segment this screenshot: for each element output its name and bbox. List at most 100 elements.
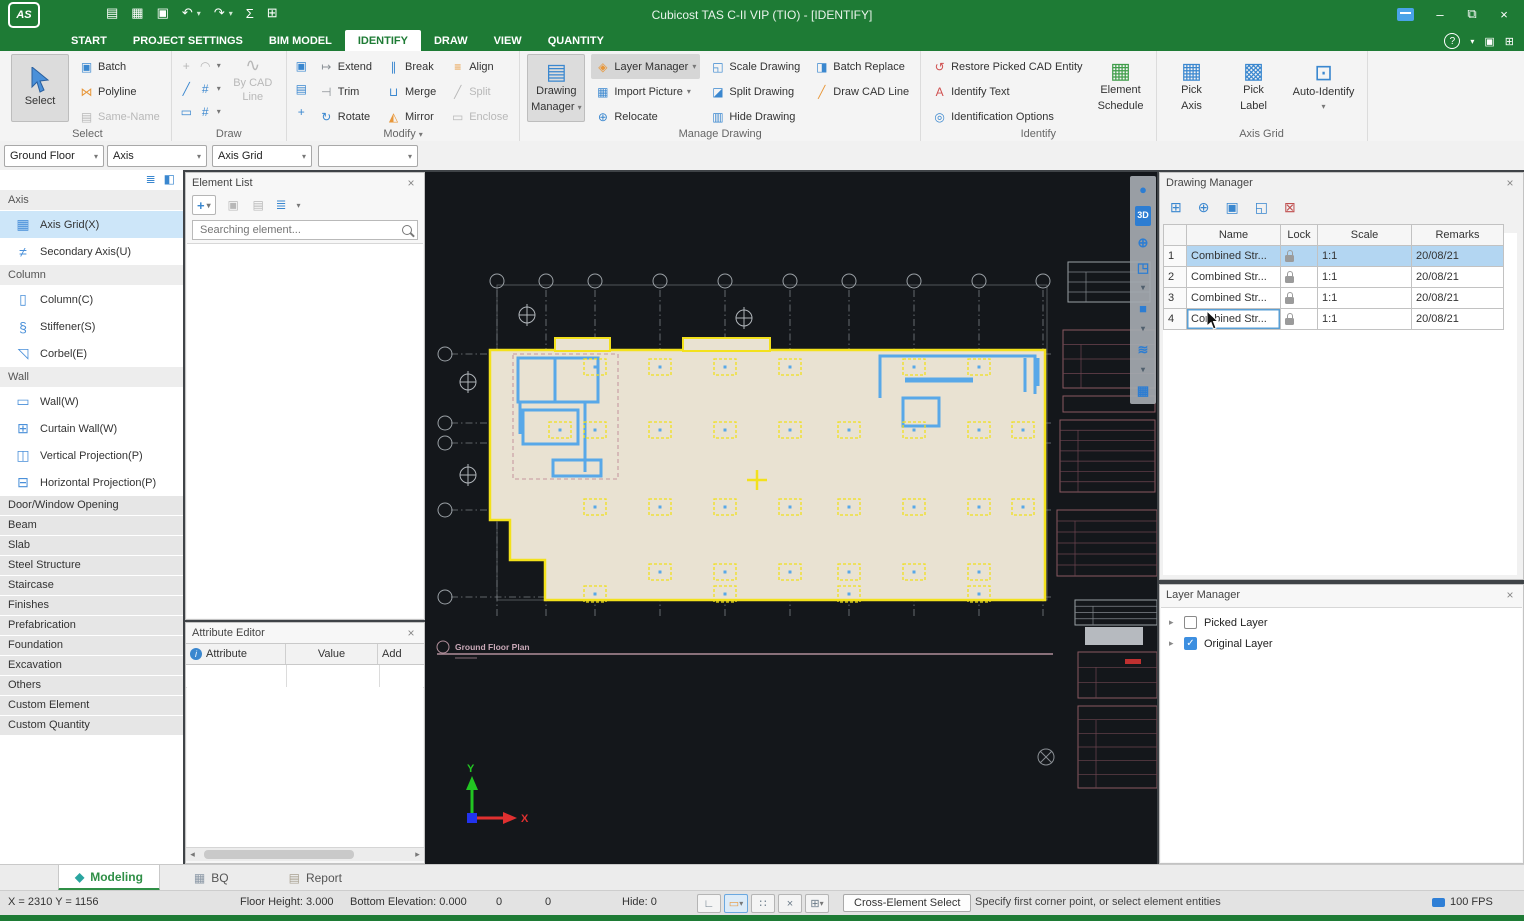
lock-icon[interactable] <box>1285 276 1294 283</box>
merge-button[interactable]: ⊔Merge <box>382 79 440 104</box>
mirror-button[interactable]: ◭Mirror <box>382 104 440 129</box>
tab-view[interactable]: VIEW <box>481 30 535 51</box>
element-list-body[interactable] <box>187 243 423 618</box>
new-file-icon[interactable]: ▤ <box>106 5 118 21</box>
element-search-input[interactable] <box>198 223 398 237</box>
align-button[interactable]: ≡Align <box>446 54 512 79</box>
sidebar-item-axis-grid-x-[interactable]: ▦Axis Grid(X) <box>0 211 183 238</box>
3d-view-icon[interactable]: 3D <box>1135 206 1151 226</box>
tab-bq[interactable]: ▦BQ <box>178 865 245 891</box>
solid-caret-icon[interactable]: ▾ <box>1141 325 1145 333</box>
view-caret-icon[interactable]: ▾ <box>1141 284 1145 292</box>
restore-picked-cad-button[interactable]: ↺Restore Picked CAD Entity <box>928 54 1086 79</box>
edit-drawing-icon[interactable]: ◱ <box>1255 199 1268 216</box>
attribute-editor-close-icon[interactable]: × <box>404 626 418 640</box>
sidebar-category-slab[interactable]: Slab <box>0 536 183 556</box>
scale-drawing-button[interactable]: ◱Scale Drawing <box>706 54 804 79</box>
ucs-toggle-icon[interactable]: ∟ <box>697 894 721 913</box>
element-layers-caret-icon[interactable]: ▾ <box>297 201 301 210</box>
add-element-button[interactable]: +▾ <box>192 195 216 215</box>
scroll-left-icon[interactable]: ◂ <box>186 849 199 860</box>
undo-caret-icon[interactable]: ▾ <box>197 9 201 18</box>
move-icon[interactable]: + <box>294 106 309 118</box>
sidebar-category-finishes[interactable]: Finishes <box>0 596 183 616</box>
wireframe-view-icon[interactable]: ◳ <box>1137 259 1149 277</box>
window-layout-icon[interactable]: ⊞ <box>1505 35 1514 48</box>
sidebar-item-wall-w-[interactable]: ▭Wall(W) <box>0 388 183 415</box>
locate-drawing-icon[interactable]: ⊕ <box>1198 199 1210 216</box>
shaded-view-icon[interactable]: ● <box>1139 180 1147 198</box>
help-caret-icon[interactable]: ▾ <box>1470 37 1474 46</box>
lock-icon[interactable] <box>1285 255 1294 262</box>
sidebar-category-foundation[interactable]: Foundation <box>0 636 183 656</box>
add-drawing-icon[interactable]: ⊞ <box>1170 199 1182 216</box>
undo-icon[interactable]: ↶ <box>182 5 193 21</box>
list-view-icon[interactable]: ≣ <box>146 172 156 190</box>
tab-quantity[interactable]: QUANTITY <box>535 30 617 51</box>
lock-icon[interactable] <box>1285 318 1294 325</box>
drawing-manager-button[interactable]: ▤ Drawing Manager ▾ <box>527 54 585 122</box>
feedback-icon[interactable] <box>1397 8 1414 21</box>
sidebar-item-stiffener-s-[interactable]: §Stiffener(S) <box>0 313 183 340</box>
help-icon[interactable]: ? <box>1444 33 1460 49</box>
sidebar-category-custom-element[interactable]: Custom Element <box>0 696 183 716</box>
sidebar-category-staircase[interactable]: Staircase <box>0 576 183 596</box>
import-picture-button[interactable]: ▦Import Picture▾ <box>591 79 700 104</box>
sidebar-header-wall[interactable]: Wall <box>0 367 183 387</box>
element-list-close-icon[interactable]: × <box>404 176 418 190</box>
redo-icon[interactable]: ↷ <box>214 5 225 21</box>
draw-grid2-icon[interactable]: # <box>198 106 213 118</box>
tab-report[interactable]: ▤Report <box>273 865 358 891</box>
search-icon[interactable] <box>402 225 412 235</box>
original-layer-checkbox[interactable]: ✓ <box>1184 637 1197 650</box>
category-select[interactable]: Axis▾ <box>107 145 207 167</box>
drawing-manager-close-icon[interactable]: × <box>1503 176 1517 190</box>
close-button[interactable]: × <box>1490 4 1518 24</box>
panel-view-icon[interactable]: ◧ <box>164 172 175 190</box>
draw-rect-icon[interactable]: ▭ <box>179 106 194 118</box>
sidebar-category-door-window-opening[interactable]: Door/Window Opening <box>0 496 183 516</box>
layer-add-icon[interactable]: ⊞▾ <box>805 894 829 913</box>
extra-select[interactable]: ▾ <box>318 145 418 167</box>
sidebar-category-excavation[interactable]: Excavation <box>0 656 183 676</box>
delete-icon[interactable]: ▣ <box>294 60 309 72</box>
paste-icon[interactable]: ▤ <box>294 83 309 95</box>
sidebar-category-custom-quantity[interactable]: Custom Quantity <box>0 716 183 736</box>
group-select-icon[interactable]: ∷ <box>751 894 775 913</box>
batch-window-icon[interactable]: ⊞ <box>267 5 278 21</box>
sidebar-category-prefabrication[interactable]: Prefabrication <box>0 616 183 636</box>
layer-manager-close-icon[interactable]: × <box>1503 588 1517 602</box>
sidebar-item-secondary-axis-u-[interactable]: ≠Secondary Axis(U) <box>0 238 183 265</box>
draw-line-icon[interactable]: ╱ <box>179 83 194 95</box>
tab-draw[interactable]: DRAW <box>421 30 481 51</box>
drawing-row-2[interactable]: 2Combined Str...1:120/08/21 <box>1164 267 1504 288</box>
element-schedule-button[interactable]: ▦ Element Schedule <box>1093 54 1149 120</box>
drawing-row-1[interactable]: 1Combined Str...1:120/08/21 <box>1164 246 1504 267</box>
sidebar-item-column-c-[interactable]: ▯Column(C) <box>0 286 183 313</box>
auto-identify-button[interactable]: ⊡ Auto-Identify ▾ <box>1288 54 1360 120</box>
solid-view-icon[interactable]: ■ <box>1139 300 1147 318</box>
select-button[interactable]: Select <box>11 54 69 122</box>
layer-manager-button[interactable]: ◈Layer Manager▾ <box>591 54 700 79</box>
restore-button[interactable]: ⧉ <box>1458 4 1486 24</box>
save-icon[interactable]: ▣ <box>157 5 169 21</box>
split-drawing-button[interactable]: ◪Split Drawing <box>706 79 804 104</box>
batch-select-button[interactable]: ▣Batch <box>75 54 164 79</box>
polyline-select-button[interactable]: ⋈Polyline <box>75 79 164 104</box>
extend-button[interactable]: ↦Extend <box>315 54 376 79</box>
sidebar-header-column[interactable]: Column <box>0 265 183 285</box>
layers-caret-icon[interactable]: ▾ <box>1141 366 1145 374</box>
pick-axis-button[interactable]: ▦ PickAxis <box>1164 54 1220 120</box>
trim-button[interactable]: ⊣Trim <box>315 79 376 104</box>
snap-off-icon[interactable]: × <box>778 894 802 913</box>
pick-label-button[interactable]: ▩ PickLabel <box>1226 54 1282 120</box>
lock-icon[interactable] <box>1285 297 1294 304</box>
sidebar-category-beam[interactable]: Beam <box>0 516 183 536</box>
tab-start[interactable]: START <box>58 30 120 51</box>
hide-drawing-button[interactable]: ▥Hide Drawing <box>706 104 804 129</box>
split-button[interactable]: ╱Split <box>446 79 512 104</box>
draw-grid-icon[interactable]: # <box>198 83 213 95</box>
sidebar-item-vertical-projection-p-[interactable]: ◫Vertical Projection(P) <box>0 442 183 469</box>
tab-modeling[interactable]: ◆Modeling <box>58 865 160 891</box>
sidebar-item-curtain-wall-w-[interactable]: ⊞Curtain Wall(W) <box>0 415 183 442</box>
